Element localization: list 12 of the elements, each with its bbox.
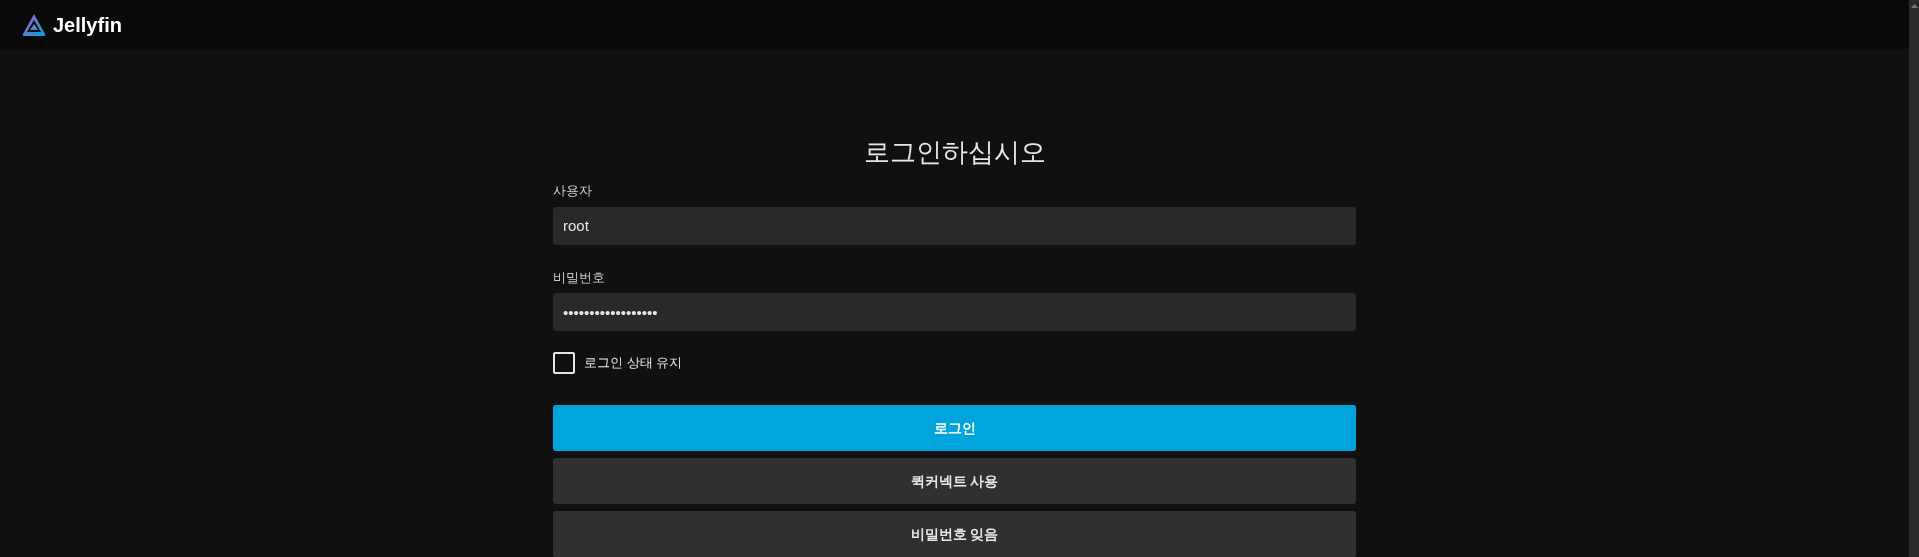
page-title: 로그인하십시오 [862,136,1047,169]
scrollbar[interactable] [1909,0,1919,557]
secondary-button[interactable]: 퀵커넥트 사용 [553,458,1356,504]
app-name[interactable]: Jellyfin [53,9,122,40]
secondary-button[interactable]: 비밀번호 잊음 [553,511,1356,557]
scroll-up-icon[interactable] [1910,4,1918,8]
checkbox-label: 로그인 상태 유지 [584,354,683,373]
checkbox[interactable] [553,352,575,374]
field-label: 사용자 [553,182,593,200]
input-field[interactable]: root [553,206,1356,245]
field-label: 비밀번호 [553,268,606,287]
input-field[interactable]: •••••••••••••••••• [553,293,1356,331]
